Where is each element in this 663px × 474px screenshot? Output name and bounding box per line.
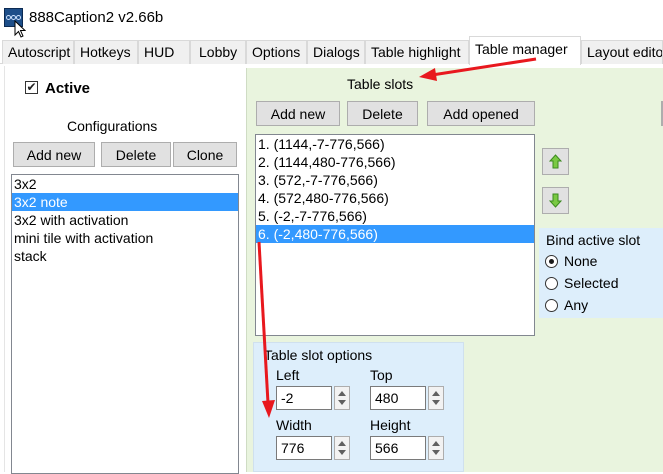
top-label: Top — [370, 367, 393, 383]
table-slots-list[interactable]: 1. (1144,-7-776,566) 2. (1144,480-776,56… — [255, 134, 535, 336]
move-slot-down-button[interactable] — [542, 187, 569, 214]
list-item[interactable]: 3x2 with activation — [12, 211, 238, 229]
list-item[interactable]: 5. (-2,-7-776,566) — [256, 207, 534, 225]
left-field[interactable]: -2 — [276, 386, 332, 410]
radio-button[interactable] — [545, 276, 558, 290]
width-stepper[interactable] — [334, 436, 350, 460]
height-field[interactable]: 566 — [370, 436, 426, 460]
tab-strip: Autoscript Hotkeys HUD Lobby Options Dia… — [0, 36, 663, 65]
table-slots-label: Table slots — [347, 76, 414, 92]
configurations-list[interactable]: 3x2 3x2 note 3x2 with activation mini ti… — [11, 174, 239, 474]
arrow-down-icon — [549, 193, 562, 208]
tab-dialogs[interactable]: Dialogs — [307, 40, 365, 64]
radio-label: Selected — [564, 275, 619, 291]
height-label: Height — [370, 417, 411, 433]
left-label: Left — [276, 367, 300, 383]
arrow-up-icon — [549, 154, 562, 169]
list-item[interactable]: stack — [12, 247, 238, 265]
list-item[interactable]: 1. (1144,-7-776,566) — [256, 135, 534, 153]
radio-label: Any — [564, 297, 589, 313]
radio-button[interactable] — [545, 254, 558, 268]
list-item[interactable]: 3x2 note — [12, 193, 238, 211]
width-label: Width — [276, 417, 312, 433]
list-item[interactable]: mini tile with activation — [12, 229, 238, 247]
tab-layout-editor[interactable]: Layout editor — [581, 40, 663, 64]
tab-hotkeys[interactable]: Hotkeys — [74, 40, 138, 64]
active-label: Active — [45, 80, 91, 97]
tab-options[interactable]: Options — [246, 40, 307, 64]
tab-table-manager[interactable]: Table manager — [469, 36, 581, 65]
list-item[interactable]: 2. (1144,480-776,566) — [256, 153, 534, 171]
left-stepper[interactable] — [334, 386, 350, 410]
active-checkbox[interactable]: ✔ — [25, 81, 38, 94]
window-title: 888Caption2 v2.66b — [29, 9, 164, 26]
radio-button[interactable] — [545, 298, 558, 312]
radio-none[interactable]: None — [545, 251, 597, 271]
tab-lobby[interactable]: Lobby — [190, 40, 246, 64]
list-item[interactable]: 6. (-2,480-776,566) — [256, 225, 534, 243]
top-stepper[interactable] — [428, 386, 444, 410]
radio-label: None — [564, 253, 598, 269]
list-item[interactable]: 3x2 — [12, 175, 238, 193]
title-bar: 888Caption2 v2.66b — [0, 0, 663, 36]
delete-configuration-button[interactable]: Delete — [101, 142, 171, 167]
configurations-panel: ✔ Active Configurations Add new Delete C… — [4, 66, 240, 474]
width-field[interactable]: 776 — [276, 436, 332, 460]
bind-active-slot-group: Bind active slot None Selected Any — [539, 228, 663, 318]
clone-configuration-button[interactable]: Clone — [173, 142, 237, 167]
mouse-cursor-icon — [14, 20, 26, 38]
top-field[interactable]: 480 — [370, 386, 426, 410]
add-opened-button[interactable]: Add opened — [427, 101, 535, 126]
table-slot-options-group: Table slot options Left -2 Top 480 Width… — [253, 342, 464, 472]
add-configuration-button[interactable]: Add new — [13, 142, 95, 167]
delete-slot-button[interactable]: Delete — [347, 101, 418, 126]
tab-table-highlight[interactable]: Table highlight — [365, 40, 469, 64]
tab-hud[interactable]: HUD — [138, 40, 190, 64]
add-slot-button[interactable]: Add new — [256, 101, 340, 126]
configurations-label: Configurations — [67, 118, 158, 134]
move-slot-up-button[interactable] — [542, 148, 569, 175]
list-item[interactable]: 4. (572,480-776,566) — [256, 189, 534, 207]
height-stepper[interactable] — [428, 436, 444, 460]
table-slot-options-label: Table slot options — [264, 347, 373, 363]
tab-autoscript[interactable]: Autoscript — [2, 40, 74, 64]
radio-any[interactable]: Any — [545, 295, 588, 315]
bind-active-slot-label: Bind active slot — [546, 232, 641, 248]
list-item[interactable]: 3. (572,-7-776,566) — [256, 171, 534, 189]
table-slots-panel: Table slots Add new Delete Add opened 1.… — [246, 68, 663, 472]
radio-selected[interactable]: Selected — [545, 273, 618, 293]
